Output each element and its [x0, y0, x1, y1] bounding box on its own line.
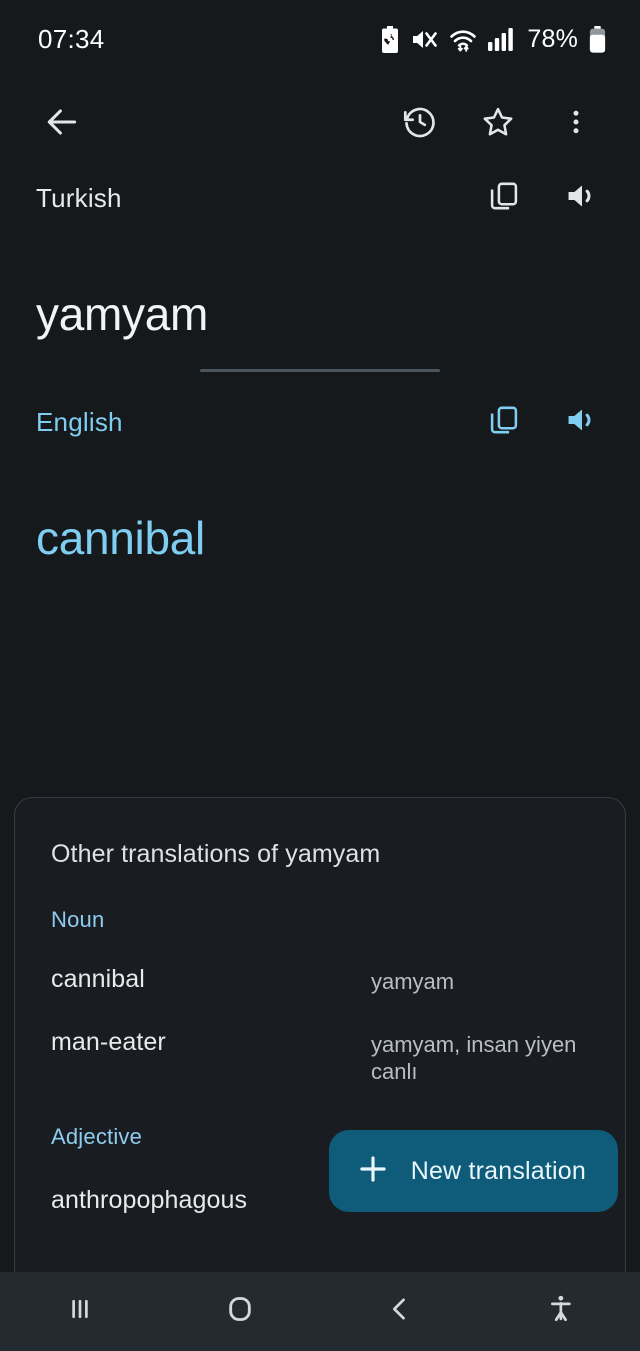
pane-divider [200, 368, 440, 372]
status-time: 07:34 [38, 23, 105, 54]
pane-divider-wrap [0, 346, 640, 394]
home-button[interactable] [160, 1291, 320, 1332]
source-copy-button[interactable] [482, 176, 526, 220]
app-bar-actions [392, 96, 604, 152]
battery-saver-icon [380, 25, 400, 53]
target-copy-button[interactable] [482, 400, 526, 444]
history-button[interactable] [392, 96, 448, 152]
more-vertical-icon [561, 107, 591, 142]
translation-word: anthropophagous [51, 1185, 248, 1214]
cellular-signal-icon [488, 27, 514, 51]
target-text[interactable]: cannibal [36, 512, 604, 565]
source-language-label[interactable]: Turkish [36, 183, 122, 214]
other-translations-card: Other translations of yamyam Noun cannib… [14, 797, 626, 1351]
translate-screen: 07:34 78% Turkish yamyam English canniba… [0, 0, 640, 1351]
source-pane: Turkish yamyam [0, 170, 640, 346]
copy-icon [487, 179, 521, 218]
battery-icon [589, 25, 606, 53]
plus-icon [355, 1151, 391, 1192]
volume-mute-icon [411, 27, 438, 52]
part-of-speech-noun: Noun [51, 907, 105, 932]
source-pane-header: Turkish [36, 170, 604, 226]
accessibility-icon [543, 1292, 577, 1331]
source-text[interactable]: yamyam [36, 288, 604, 341]
battery-percent-label: 78% [527, 24, 578, 53]
nav-back-button[interactable] [320, 1292, 480, 1331]
history-icon [402, 104, 438, 145]
source-pane-tools [482, 176, 604, 220]
other-translations-title: Other translations of yamyam [51, 840, 381, 868]
target-listen-button[interactable] [560, 400, 604, 444]
accessibility-button[interactable] [480, 1292, 640, 1331]
back-arrow-icon [43, 103, 81, 146]
new-translation-button[interactable]: New translation [328, 1130, 618, 1212]
overflow-menu-button[interactable] [548, 96, 604, 152]
recents-icon [63, 1292, 97, 1331]
table-row[interactable]: man-eater yamyam, insan yiyen canlı [51, 1028, 589, 1086]
target-pane: English cannibal [0, 394, 640, 565]
app-bar [0, 78, 640, 170]
speaker-icon [565, 403, 599, 442]
back-translation: yamyam, insan yiyen canlı [371, 1031, 577, 1085]
recents-button[interactable] [0, 1292, 160, 1331]
target-pane-tools [482, 400, 604, 444]
status-icon-group: 78% [380, 25, 606, 54]
favorite-button[interactable] [470, 96, 526, 152]
chevron-left-icon [383, 1292, 417, 1331]
target-pane-header: English [36, 394, 604, 450]
star-icon [480, 104, 516, 145]
speaker-icon [565, 179, 599, 218]
table-row[interactable]: cannibal yamyam [51, 965, 589, 996]
wifi-icon [449, 27, 477, 52]
status-bar: 07:34 78% [0, 0, 640, 78]
source-listen-button[interactable] [560, 176, 604, 220]
translation-word: cannibal [51, 965, 145, 993]
translation-word: man-eater [51, 1027, 166, 1056]
back-translation: yamyam [371, 969, 455, 994]
system-navigation-bar [0, 1272, 640, 1351]
home-icon [222, 1291, 258, 1332]
target-language-label[interactable]: English [36, 407, 123, 438]
copy-icon [487, 403, 521, 442]
back-button[interactable] [34, 96, 90, 152]
new-translation-label: New translation [410, 1156, 586, 1185]
